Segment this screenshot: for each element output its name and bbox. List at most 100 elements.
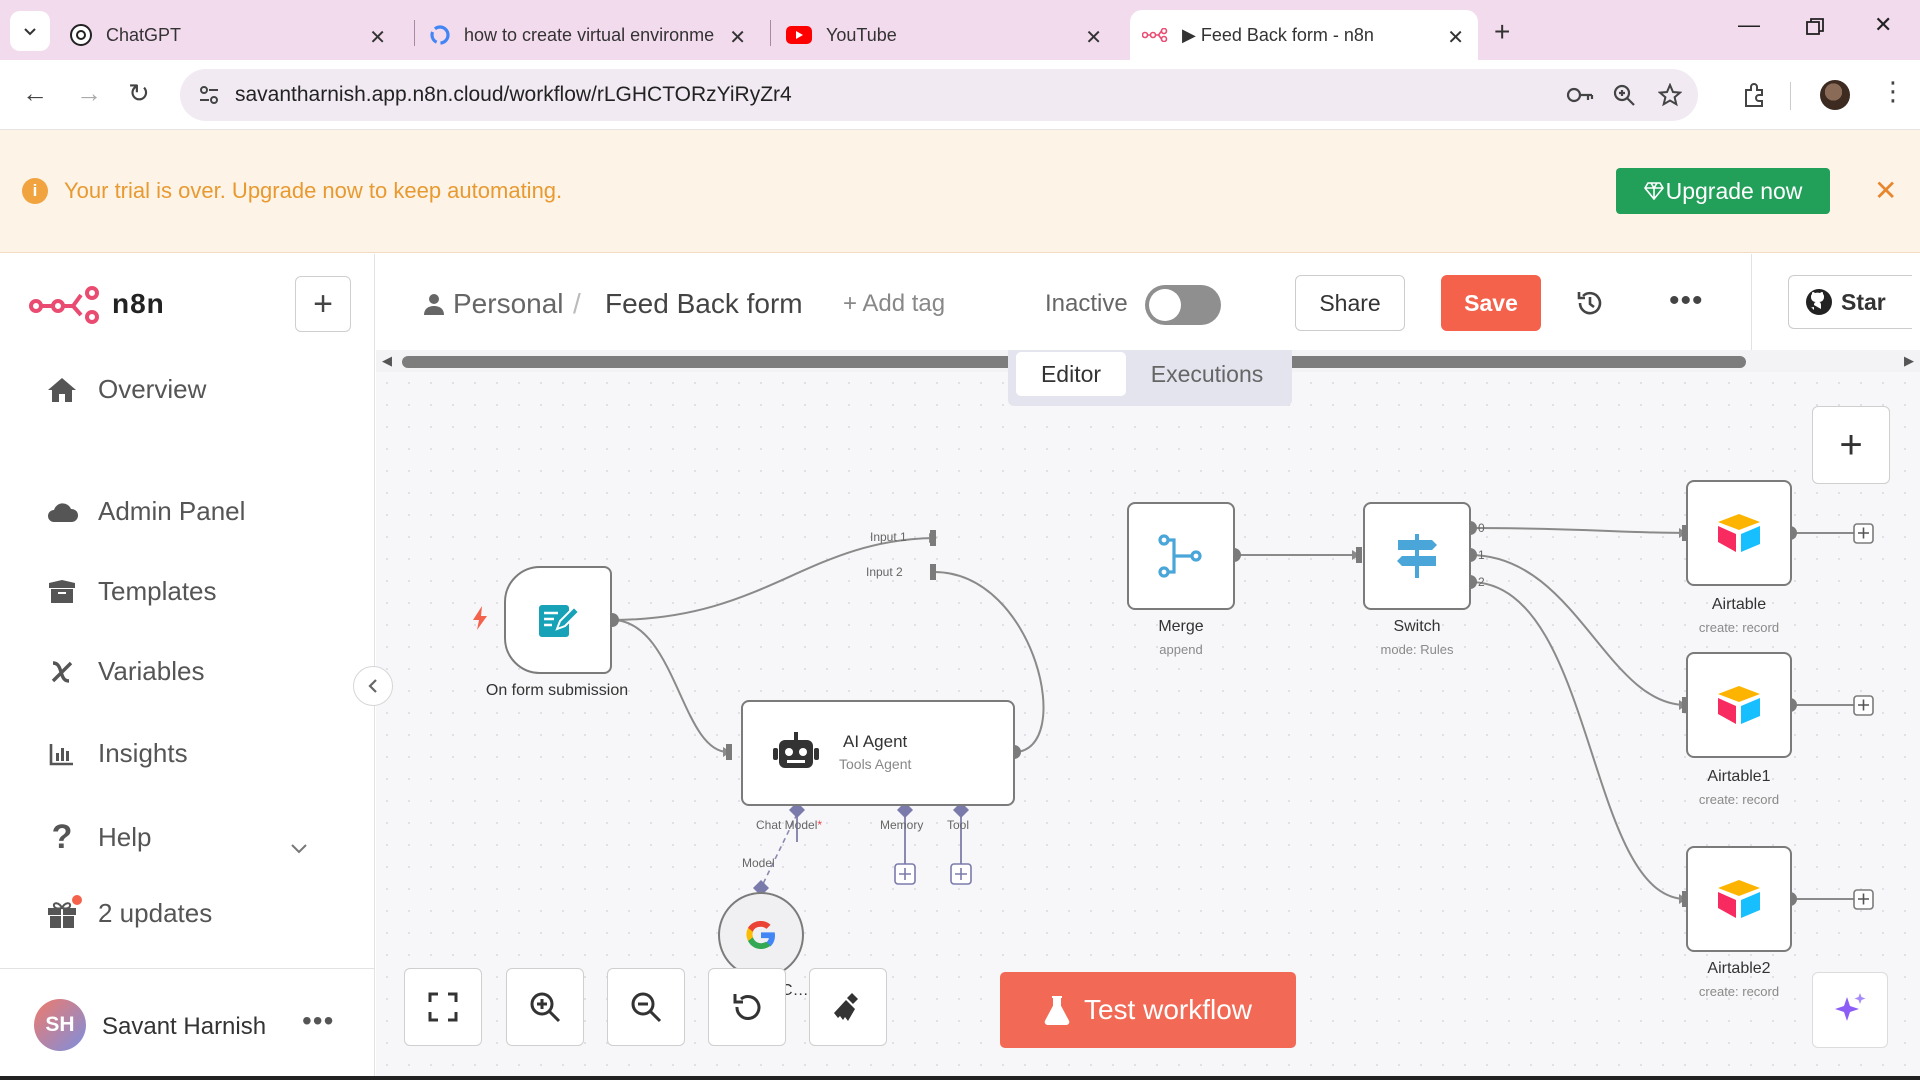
- active-status-label: Inactive: [1045, 290, 1128, 317]
- broom-icon: [834, 993, 858, 1021]
- more-options-icon[interactable]: •••: [302, 1005, 334, 1037]
- n8n-logo[interactable]: n8n: [28, 284, 165, 324]
- tab-search-button[interactable]: [10, 11, 50, 51]
- workflow-name[interactable]: Feed Back form: [605, 288, 803, 320]
- port-label-input2: Input 2: [866, 565, 903, 579]
- test-workflow-button[interactable]: Test workflow: [1000, 972, 1296, 1048]
- zoom-in-button[interactable]: [506, 968, 584, 1046]
- minimize-icon[interactable]: —: [1738, 12, 1760, 38]
- connection-trigger-agent: [611, 619, 729, 753]
- tab-editor[interactable]: Editor: [1016, 352, 1126, 396]
- connection-switch-airtable2: [1469, 581, 1687, 900]
- node-airtable2[interactable]: [1686, 846, 1792, 952]
- star-label: Star: [1841, 288, 1886, 315]
- fit-view-button[interactable]: [404, 968, 482, 1046]
- active-toggle[interactable]: [1145, 285, 1221, 325]
- address-bar[interactable]: savantharnish.app.n8n.cloud/workflow/rLG…: [180, 69, 1698, 121]
- input-handle: [930, 530, 936, 546]
- save-button[interactable]: Save: [1441, 275, 1541, 331]
- tab-youtube[interactable]: YouTube ✕: [786, 10, 1116, 60]
- sidebar-item-admin-panel[interactable]: Admin Panel: [44, 496, 245, 527]
- taskbar-edge: [0, 1076, 1920, 1080]
- site-settings-icon[interactable]: [198, 84, 220, 106]
- browser-tab-bar: ChatGPT ✕ how to create virtual environm…: [0, 0, 1920, 60]
- sidebar-item-variables[interactable]: Variables: [44, 656, 204, 687]
- sidebar-item-updates[interactable]: 2 updates: [44, 894, 212, 929]
- bookmark-star-icon[interactable]: [1658, 83, 1682, 107]
- ask-ai-button[interactable]: [1812, 972, 1888, 1048]
- upgrade-now-button[interactable]: Upgrade now: [1616, 168, 1830, 214]
- chart-icon: [44, 742, 80, 766]
- browser-menu-icon[interactable]: ⋮: [1880, 76, 1906, 107]
- youtube-icon: [786, 26, 812, 44]
- node-switch[interactable]: [1363, 502, 1471, 610]
- node-on-form-submission[interactable]: [504, 566, 612, 674]
- node-google-gemini[interactable]: [718, 892, 804, 978]
- forward-icon[interactable]: →: [76, 78, 102, 109]
- chatgpt-icon: [70, 24, 92, 46]
- node-subtitle: create: record: [1698, 792, 1780, 807]
- tab-title: ChatGPT: [106, 24, 182, 45]
- add-node-button[interactable]: +: [1812, 406, 1890, 484]
- close-window-icon[interactable]: ✕: [1874, 12, 1892, 38]
- chevron-down-icon[interactable]: [290, 838, 308, 861]
- node-subtitle: mode: Rules: [1380, 642, 1454, 657]
- sidebar-item-templates[interactable]: Templates: [44, 576, 217, 607]
- tab-google-search[interactable]: how to create virtual environme ✕: [430, 10, 760, 60]
- zoom-icon[interactable]: [1612, 83, 1636, 107]
- tab-chatgpt[interactable]: ChatGPT ✕: [70, 10, 400, 60]
- tab-n8n-active[interactable]: ▶ Feed Back form - n8n ✕: [1130, 10, 1478, 60]
- share-button[interactable]: Share: [1295, 275, 1405, 331]
- password-key-icon[interactable]: [1566, 83, 1594, 107]
- connection-switch-airtable: [1469, 527, 1687, 534]
- sidebar-item-help[interactable]: ? Help: [44, 818, 152, 857]
- port-label-input1: Input 1: [870, 530, 907, 544]
- create-button[interactable]: +: [295, 276, 351, 332]
- sidebar-item-label: Variables: [98, 656, 205, 686]
- history-icon[interactable]: [1575, 288, 1605, 318]
- sidebar-item-overview[interactable]: Overview: [44, 374, 206, 405]
- close-tab-icon[interactable]: ✕: [1085, 25, 1102, 50]
- port-label-model: Model: [742, 856, 775, 870]
- airtable-icon: [1718, 514, 1760, 552]
- undo-icon: [733, 994, 761, 1020]
- reload-icon[interactable]: ↻: [128, 78, 150, 109]
- more-options-icon[interactable]: •••: [1669, 284, 1704, 318]
- breadcrumb-project[interactable]: Personal: [423, 288, 564, 320]
- close-tab-icon[interactable]: ✕: [1447, 25, 1464, 50]
- tidy-up-button[interactable]: [809, 968, 887, 1046]
- breadcrumb-separator: /: [573, 288, 581, 319]
- github-icon: [1806, 289, 1832, 315]
- back-icon[interactable]: ←: [22, 78, 48, 109]
- logo-text: n8n: [112, 288, 165, 319]
- question-icon: ?: [51, 818, 73, 856]
- node-ai-agent[interactable]: AI Agent Tools Agent: [741, 700, 1015, 806]
- close-tab-icon[interactable]: ✕: [729, 25, 746, 50]
- sidebar-item-label: Overview: [98, 374, 207, 404]
- robot-icon: [773, 732, 819, 768]
- profile-avatar[interactable]: [1820, 80, 1850, 110]
- github-star-area: Star: [1751, 254, 1920, 350]
- user-menu[interactable]: SH Savant Harnish •••: [0, 968, 375, 1080]
- reset-zoom-button[interactable]: [708, 968, 786, 1046]
- close-tab-icon[interactable]: ✕: [369, 25, 386, 50]
- node-merge[interactable]: [1127, 502, 1235, 610]
- trial-banner: i Your trial is over. Upgrade now to kee…: [0, 130, 1920, 253]
- workflow-canvas[interactable]: ◀ ▶ Editor Executions Input 1 Input 2 0 …: [376, 350, 1920, 1080]
- tab-executions[interactable]: Executions: [1132, 352, 1282, 396]
- lightning-icon: [473, 606, 487, 630]
- sidebar-item-insights[interactable]: Insights: [44, 738, 188, 769]
- collapse-sidebar-button[interactable]: [353, 666, 393, 706]
- node-airtable1[interactable]: [1686, 652, 1792, 758]
- diamond-icon: [1643, 182, 1664, 200]
- extensions-icon[interactable]: [1742, 82, 1768, 108]
- github-star-button[interactable]: Star: [1788, 275, 1912, 329]
- tab-title: how to create virtual environme: [464, 24, 714, 45]
- node-airtable[interactable]: [1686, 480, 1792, 586]
- close-banner-icon[interactable]: ✕: [1874, 174, 1897, 207]
- restore-icon[interactable]: [1806, 16, 1824, 42]
- gift-icon: [44, 894, 82, 929]
- add-tag-button[interactable]: + Add tag: [843, 290, 945, 318]
- zoom-out-button[interactable]: [607, 968, 685, 1046]
- new-tab-icon[interactable]: +: [1494, 16, 1510, 48]
